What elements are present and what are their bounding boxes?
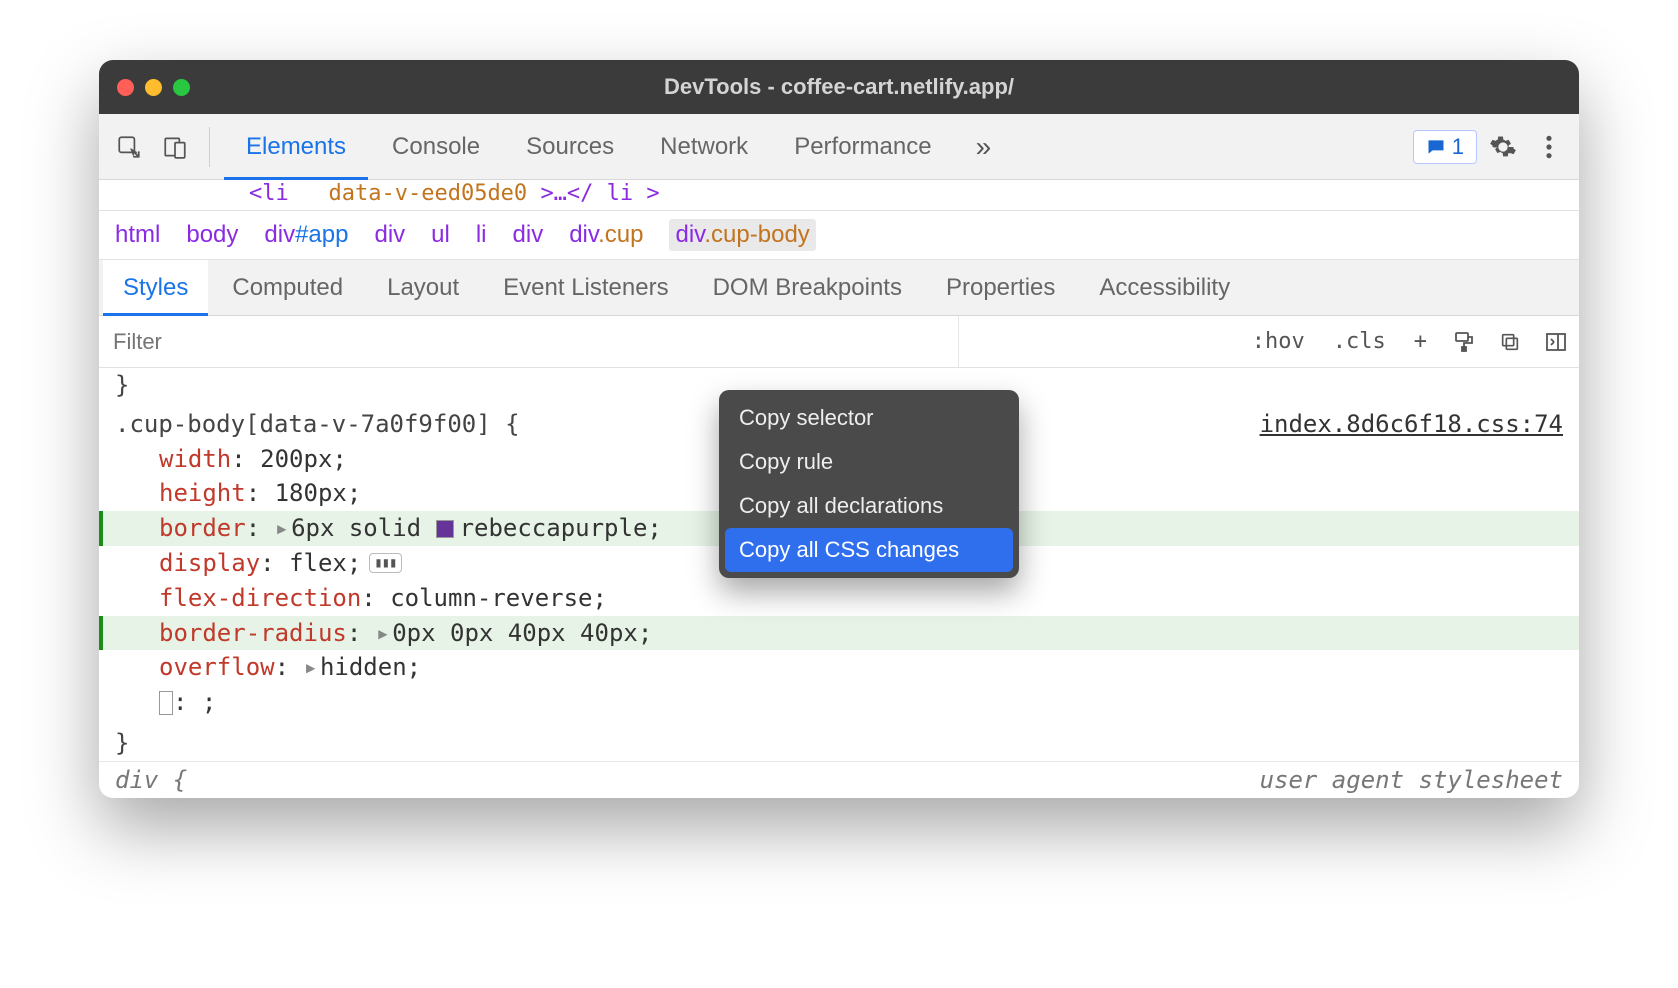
copy-icon[interactable] (1487, 331, 1533, 353)
ctx-copy-rule[interactable]: Copy rule (719, 440, 1019, 484)
tab-performance[interactable]: Performance (772, 114, 953, 179)
zoom-window-icon[interactable] (173, 79, 190, 96)
crumb[interactable]: ul (431, 221, 450, 249)
tab-label: Sources (526, 133, 614, 161)
rule-source-link[interactable]: index.8d6c6f18.css:74 (1260, 407, 1563, 442)
device-toolbar-icon[interactable] (155, 127, 195, 167)
issues-count: 1 (1452, 134, 1464, 160)
crumb-active[interactable]: div.cup-body (669, 219, 815, 251)
ua-selector[interactable]: div { (115, 766, 187, 794)
dom-mid: >…</ (540, 181, 593, 206)
tab-label: Network (660, 133, 748, 161)
breadcrumb: html body div#app div ul li div div.cup … (99, 211, 1579, 260)
flex-badge-icon[interactable]: ▮▮▮ (369, 553, 401, 573)
separator (209, 127, 210, 167)
empty-property-input[interactable] (159, 691, 173, 715)
tab-elements[interactable]: Elements (224, 114, 368, 179)
inspect-element-icon[interactable] (109, 127, 149, 167)
context-menu: Copy selector Copy rule Copy all declara… (719, 390, 1019, 578)
tab-label: Elements (246, 133, 346, 161)
subtab-accessibility[interactable]: Accessibility (1079, 260, 1250, 315)
styles-subtabs: Styles Computed Layout Event Listeners D… (99, 260, 1579, 316)
crumb[interactable]: body (186, 221, 238, 249)
subtab-styles[interactable]: Styles (103, 260, 208, 315)
declaration-changed[interactable]: border-radius: ▸0px 0px 40px 40px; (99, 616, 1579, 651)
new-style-rule-button[interactable]: + (1400, 316, 1441, 367)
dom-open: <li (249, 181, 289, 206)
settings-icon[interactable] (1483, 127, 1523, 167)
more-tabs-icon[interactable]: » (960, 131, 1008, 163)
tab-label: Performance (794, 133, 931, 161)
tab-network[interactable]: Network (638, 114, 770, 179)
styles-pane: } .cup-body[data-v-7a0f9f00] { index.8d6… (99, 368, 1579, 761)
crumb[interactable]: div#app (264, 221, 348, 249)
filter-row: :hov .cls + (99, 316, 1579, 368)
tab-sources[interactable]: Sources (504, 114, 636, 179)
ctx-copy-selector[interactable]: Copy selector (719, 396, 1019, 440)
dom-close-tag: li (607, 181, 634, 206)
crumb[interactable]: div.cup (569, 221, 643, 249)
paint-icon[interactable] (1441, 330, 1487, 354)
issues-badge[interactable]: 1 (1413, 130, 1477, 164)
titlebar: DevTools - coffee-cart.netlify.app/ (99, 60, 1579, 114)
dom-end: > (646, 181, 659, 206)
hov-toggle[interactable]: :hov (1238, 316, 1319, 367)
subtab-properties[interactable]: Properties (926, 260, 1075, 315)
crumb[interactable]: div (513, 221, 544, 249)
declaration[interactable]: flex-direction: column-reverse; (159, 581, 1563, 616)
ua-label: user agent stylesheet (1260, 766, 1563, 794)
window-title: DevTools - coffee-cart.netlify.app/ (99, 74, 1579, 100)
user-agent-rule-header: div { user agent stylesheet (99, 761, 1579, 798)
sidebar-toggle-icon[interactable] (1533, 330, 1579, 354)
window-controls (117, 79, 190, 96)
color-swatch-icon[interactable] (436, 520, 454, 538)
crumb[interactable]: div (374, 221, 405, 249)
ctx-copy-declarations[interactable]: Copy all declarations (719, 484, 1019, 528)
subtab-event-listeners[interactable]: Event Listeners (483, 260, 688, 315)
kebab-menu-icon[interactable] (1529, 127, 1569, 167)
main-toolbar: Elements Console Sources Network Perform… (99, 114, 1579, 180)
filter-input[interactable] (99, 316, 959, 367)
rule-selector[interactable]: .cup-body[data-v-7a0f9f00] { (115, 407, 520, 442)
message-icon (1426, 137, 1446, 157)
subtab-layout[interactable]: Layout (367, 260, 479, 315)
crumb[interactable]: li (476, 221, 487, 249)
rule-close-brace: } (99, 726, 1579, 761)
crumb[interactable]: html (115, 221, 160, 249)
close-window-icon[interactable] (117, 79, 134, 96)
declaration[interactable]: overflow: ▸hidden; (159, 650, 1563, 685)
cls-toggle[interactable]: .cls (1319, 316, 1400, 367)
subtab-computed[interactable]: Computed (212, 260, 363, 315)
subtab-dom-breakpoints[interactable]: DOM Breakpoints (693, 260, 922, 315)
devtools-window: DevTools - coffee-cart.netlify.app/ Elem… (99, 60, 1579, 798)
minimize-window-icon[interactable] (145, 79, 162, 96)
tab-label: Console (392, 133, 480, 161)
dom-attr: data-v-eed05de0 (329, 181, 528, 206)
ctx-copy-css-changes[interactable]: Copy all CSS changes (725, 528, 1013, 572)
tab-console[interactable]: Console (370, 114, 502, 179)
panel-tabs: Elements Console Sources Network Perform… (224, 114, 954, 179)
declaration-empty[interactable]: : ; (159, 685, 1563, 720)
dom-tree-line[interactable]: <li data-v-eed05de0 >…</ li > (99, 180, 1579, 211)
